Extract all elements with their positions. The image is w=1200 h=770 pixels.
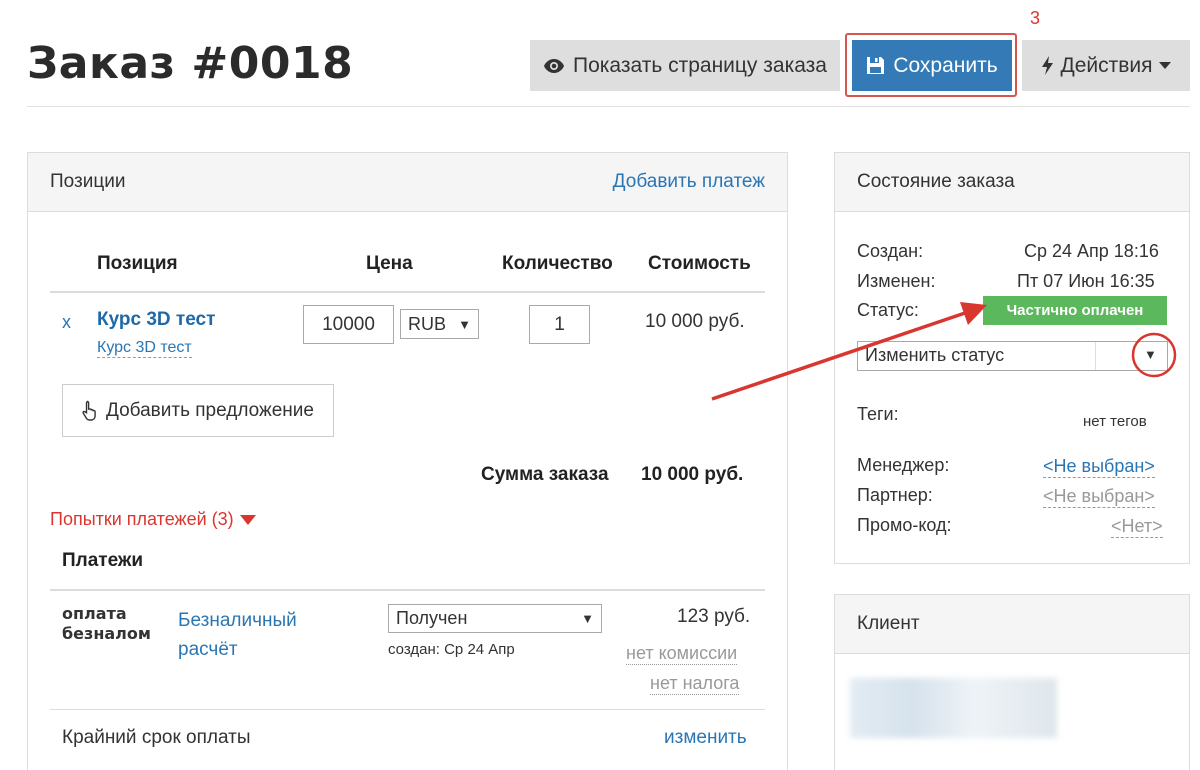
manager-label: Менеджер: <box>857 455 950 475</box>
promo-label: Промо-код: <box>857 515 952 535</box>
manager-link[interactable]: <Не выбран> <box>1043 455 1155 478</box>
blurred-client-info <box>850 678 1057 738</box>
promo-link[interactable]: <Нет> <box>1111 515 1163 538</box>
tags-value: нет тегов <box>1083 413 1147 430</box>
partner-label: Партнер: <box>857 485 933 505</box>
client-title: Клиент <box>857 613 920 634</box>
tags-label: Теги: <box>857 404 899 424</box>
annotation-arrowhead <box>960 302 987 325</box>
annotation-circle <box>1131 332 1177 378</box>
annotation-arrow-line <box>711 311 966 401</box>
partner-link[interactable]: <Не выбран> <box>1043 485 1155 508</box>
